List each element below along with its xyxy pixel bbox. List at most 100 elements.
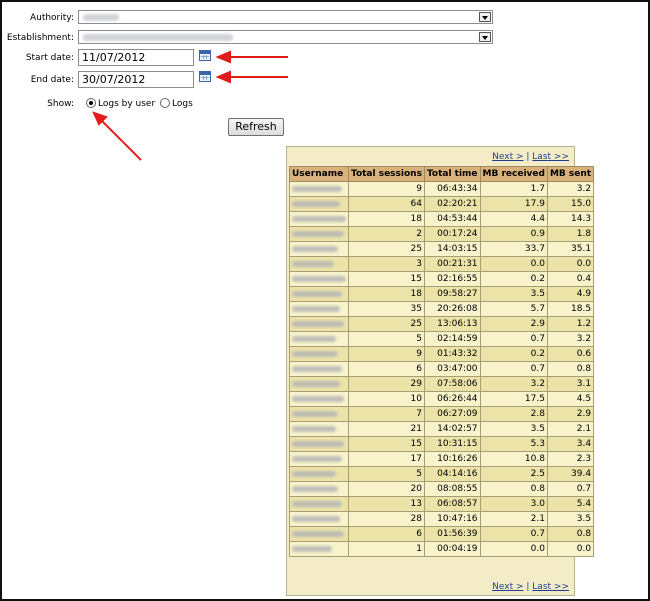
cell-total-sessions: 13 (348, 496, 425, 512)
cell-total-sessions: 64 (348, 196, 425, 212)
cell-total-sessions: 5 (348, 466, 425, 482)
cell-total-sessions: 6 (348, 361, 425, 377)
pager-separator: | (523, 582, 533, 592)
cell-total-sessions: 20 (348, 481, 425, 497)
cell-total-time: 14:03:15 (423, 241, 481, 257)
cell-total-time: 00:21:31 (423, 256, 481, 272)
cell-mb-sent: 1.8 (546, 226, 595, 242)
next-link[interactable]: Next > (492, 152, 523, 162)
cell-username-redacted (289, 496, 349, 512)
cell-total-time: 04:53:44 (423, 211, 481, 227)
table-row: 17 10:16:26 10.8 2.3 (289, 451, 595, 467)
cell-mb-sent: 39.4 (546, 466, 595, 482)
cell-total-time: 08:08:55 (423, 481, 481, 497)
table-row: 15 02:16:55 0.2 0.4 (289, 271, 595, 287)
cell-username-redacted (289, 436, 349, 452)
col-mb-sent[interactable]: MB sent (546, 166, 595, 182)
cell-mb-received: 0.2 (479, 271, 548, 287)
cell-total-sessions: 2 (348, 226, 425, 242)
arrow-end-date-head (215, 70, 231, 84)
cell-mb-sent: 3.5 (546, 511, 595, 527)
cell-mb-received: 33.7 (479, 241, 548, 257)
last-link[interactable]: Last >> (532, 152, 569, 162)
col-username[interactable]: Username (289, 166, 349, 182)
cell-username-redacted (289, 391, 349, 407)
cell-total-sessions: 18 (348, 211, 425, 227)
cell-total-time: 10:16:26 (423, 451, 481, 467)
col-mb-received[interactable]: MB received (479, 166, 548, 182)
cell-mb-received: 0.7 (479, 361, 548, 377)
cell-mb-sent: 0.0 (546, 541, 595, 557)
cell-mb-sent: 3.1 (546, 376, 595, 392)
cell-username-redacted (289, 241, 349, 257)
cell-mb-received: 2.1 (479, 511, 548, 527)
cell-username-redacted (289, 541, 349, 557)
table-row: 5 04:14:16 2.5 39.4 (289, 466, 595, 482)
table-row: 64 02:20:21 17.9 15.0 (289, 196, 595, 212)
cell-total-time: 00:04:19 (423, 541, 481, 557)
cell-total-sessions: 35 (348, 301, 425, 317)
table-row: 20 08:08:55 0.8 0.7 (289, 481, 595, 497)
table-row: 15 10:31:15 5.3 3.4 (289, 436, 595, 452)
table-row: 29 07:58:06 3.2 3.1 (289, 376, 595, 392)
cell-mb-received: 3.2 (479, 376, 548, 392)
cell-mb-sent: 4.9 (546, 286, 595, 302)
cell-total-time: 06:43:34 (423, 181, 481, 197)
cell-total-time: 09:58:27 (423, 286, 481, 302)
table-row: 7 06:27:09 2.8 2.9 (289, 406, 595, 422)
cell-mb-received: 2.8 (479, 406, 548, 422)
next-link[interactable]: Next > (492, 582, 523, 592)
cell-username-redacted (289, 316, 349, 332)
cell-username-redacted (289, 331, 349, 347)
table-row: 6 01:56:39 0.7 0.8 (289, 526, 595, 542)
table-row: 13 06:08:57 3.0 5.4 (289, 496, 595, 512)
cell-total-sessions: 15 (348, 271, 425, 287)
cell-username-redacted (289, 406, 349, 422)
cell-username-redacted (289, 526, 349, 542)
cell-total-time: 01:43:32 (423, 346, 481, 362)
results-panel: Next > | Last >> Username Total sessions… (286, 146, 595, 596)
cell-total-time: 10:47:16 (423, 511, 481, 527)
cell-total-time: 07:58:06 (423, 376, 481, 392)
cell-mb-sent: 0.0 (546, 256, 595, 272)
cell-total-sessions: 7 (348, 406, 425, 422)
col-total-time[interactable]: Total time (423, 166, 481, 182)
cell-total-time: 20:26:08 (423, 301, 481, 317)
cell-total-sessions: 15 (348, 436, 425, 452)
table-row: 21 14:02:57 3.5 2.1 (289, 421, 595, 437)
cell-mb-received: 3.5 (479, 286, 548, 302)
cell-mb-sent: 3.2 (546, 331, 595, 347)
cell-mb-sent: 0.6 (546, 346, 595, 362)
cell-mb-sent: 0.4 (546, 271, 595, 287)
cell-total-time: 13:06:13 (423, 316, 481, 332)
table-row: 1 00:04:19 0.0 0.0 (289, 541, 595, 557)
cell-total-sessions: 25 (348, 316, 425, 332)
table-row: 18 09:58:27 3.5 4.9 (289, 286, 595, 302)
cell-total-sessions: 9 (348, 181, 425, 197)
cell-mb-received: 17.5 (479, 391, 548, 407)
cell-mb-sent: 0.8 (546, 361, 595, 377)
last-link[interactable]: Last >> (532, 582, 569, 592)
cell-total-sessions: 1 (348, 541, 425, 557)
cell-mb-sent: 5.4 (546, 496, 595, 512)
col-total-sessions[interactable]: Total sessions (348, 166, 425, 182)
cell-mb-received: 0.7 (479, 331, 548, 347)
cell-username-redacted (289, 466, 349, 482)
results-table: Username Total sessions Total time MB re… (289, 166, 595, 557)
cell-mb-sent: 2.9 (546, 406, 595, 422)
table-row: 18 04:53:44 4.4 14.3 (289, 211, 595, 227)
cell-total-sessions: 21 (348, 421, 425, 437)
cell-total-time: 00:17:24 (423, 226, 481, 242)
cell-username-redacted (289, 211, 349, 227)
cell-username-redacted (289, 196, 349, 212)
cell-mb-received: 0.0 (479, 256, 548, 272)
cell-total-time: 10:31:15 (423, 436, 481, 452)
cell-username-redacted (289, 481, 349, 497)
pager-separator: | (523, 152, 533, 162)
cell-mb-received: 5.3 (479, 436, 548, 452)
pager-top: Next > | Last >> (492, 152, 569, 162)
cell-total-time: 14:02:57 (423, 421, 481, 437)
cell-total-sessions: 10 (348, 391, 425, 407)
table-row: 9 06:43:34 1.7 3.2 (289, 181, 595, 197)
cell-username-redacted (289, 301, 349, 317)
